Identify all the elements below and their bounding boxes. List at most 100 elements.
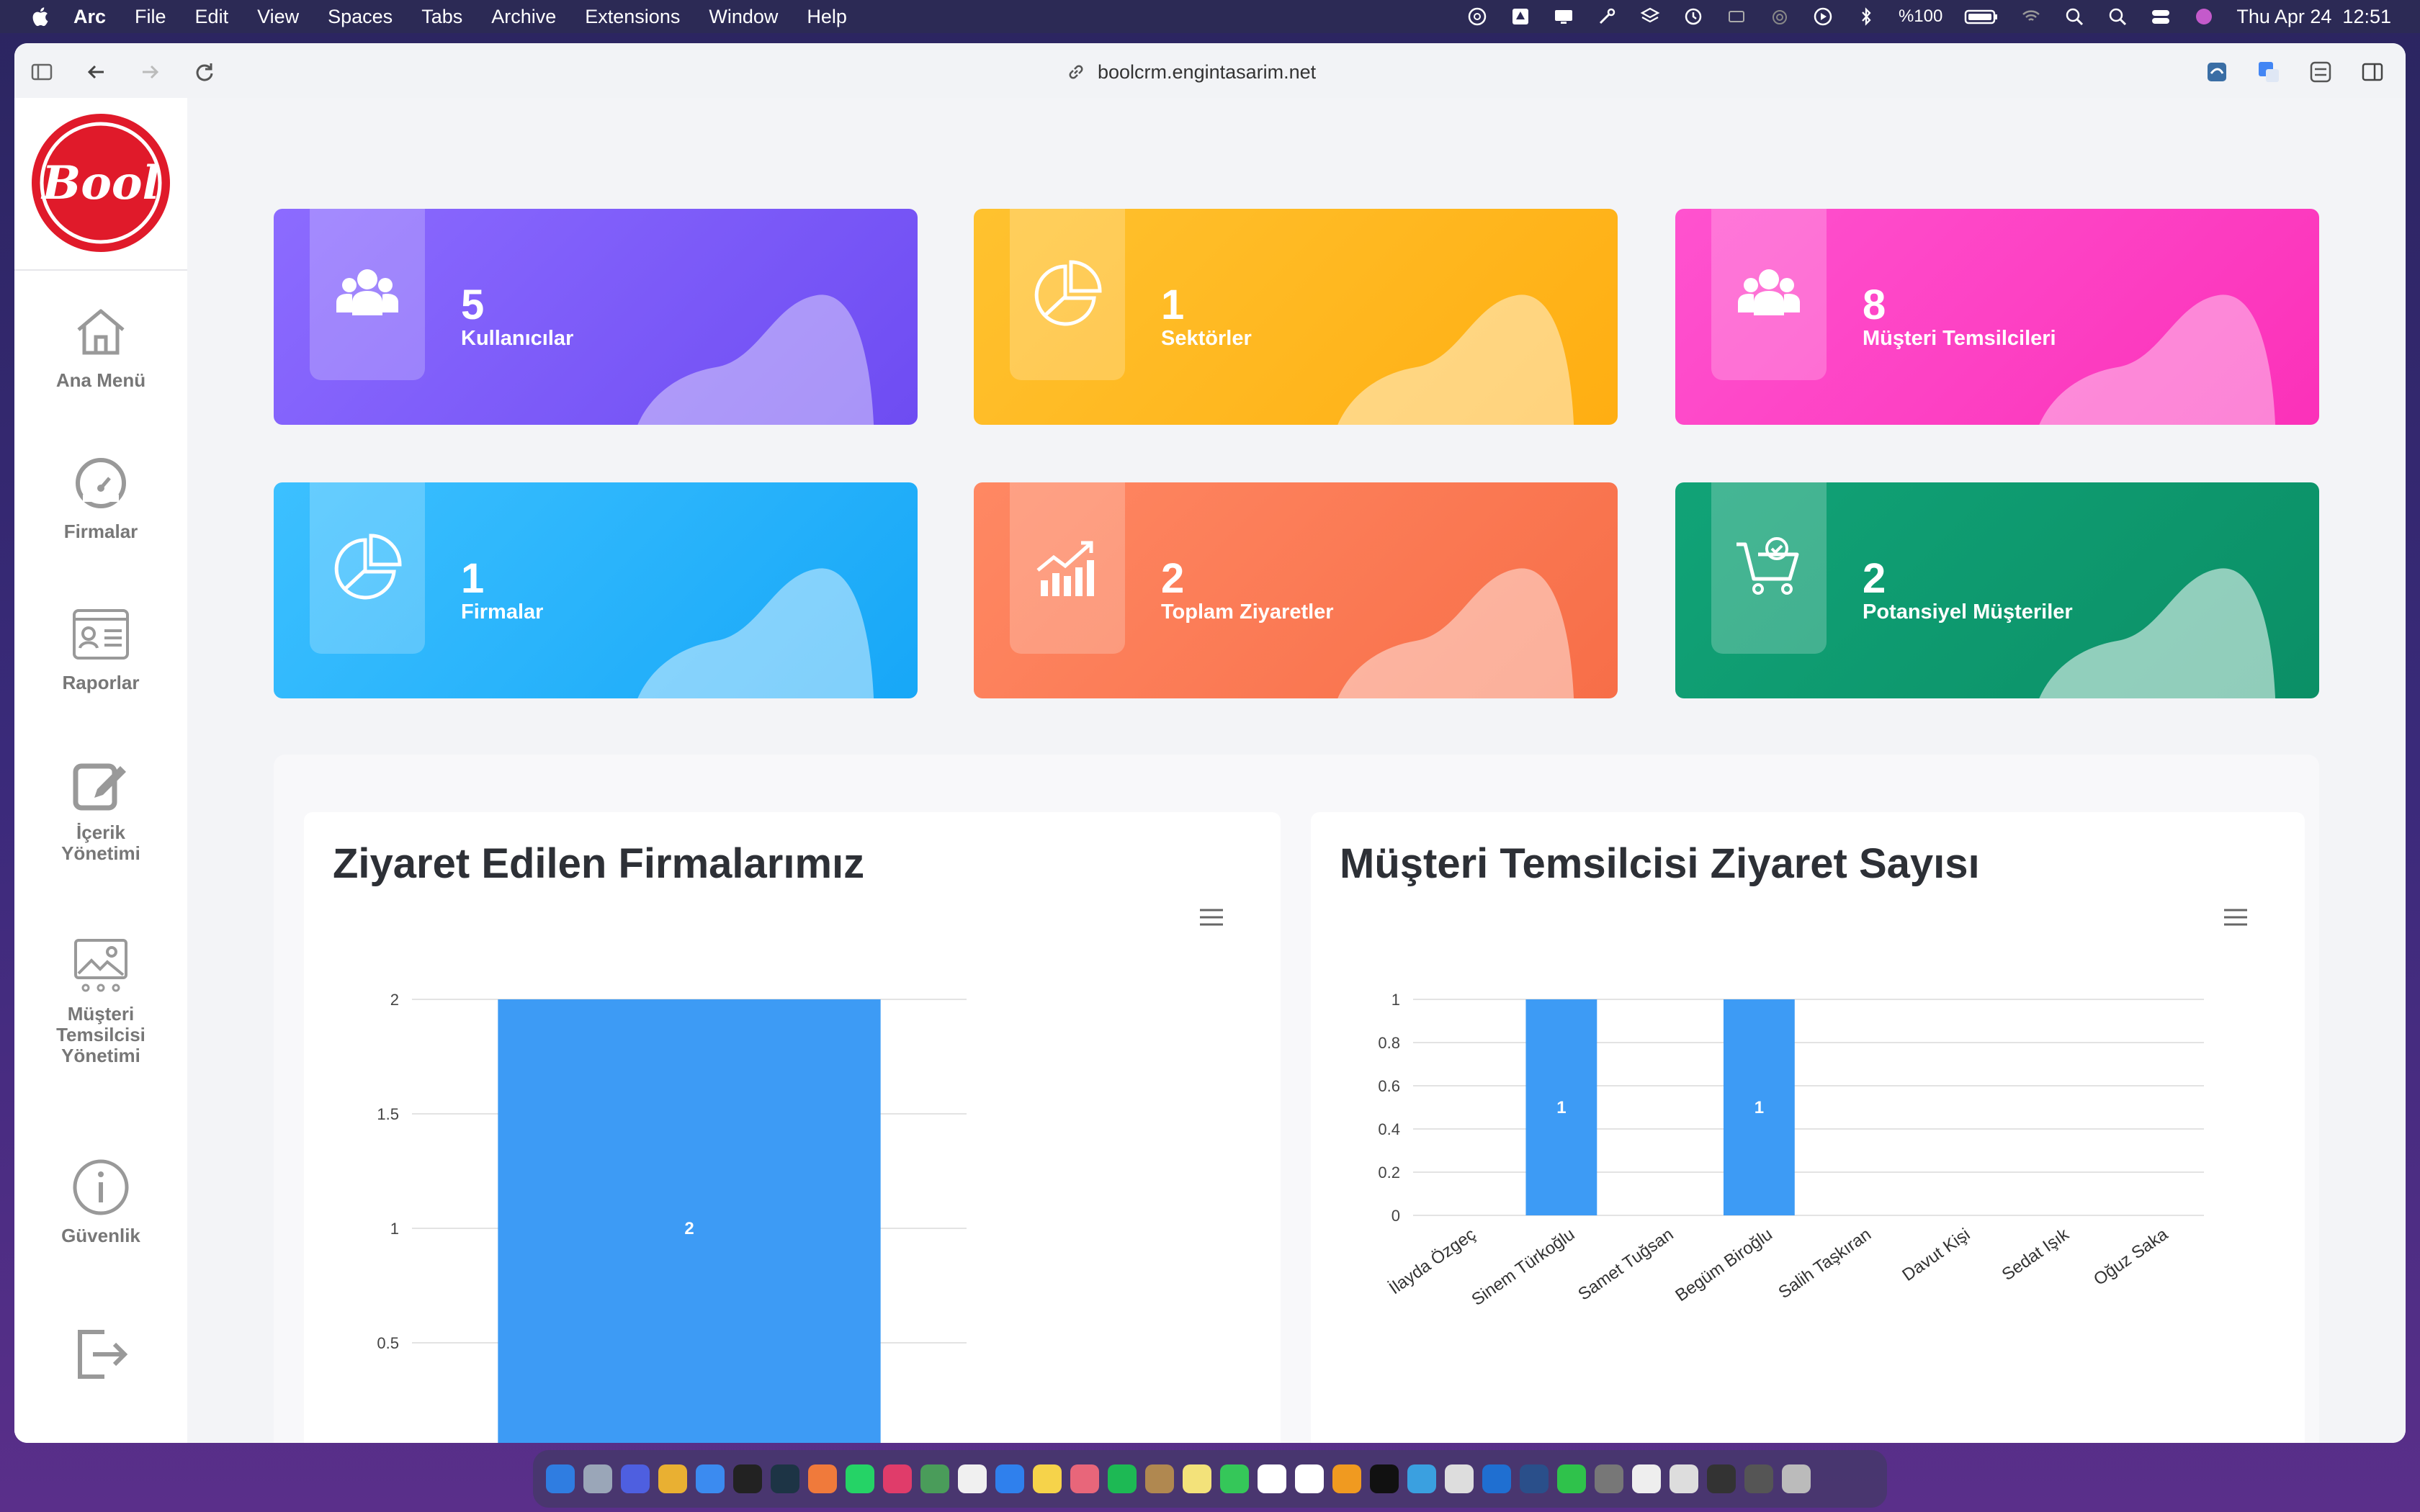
time-machine-icon[interactable]: [1682, 6, 1704, 27]
sidebar-item-logout[interactable]: [14, 1322, 187, 1392]
chatgpt-icon[interactable]: [733, 1464, 762, 1493]
y-tick-label: 0.2: [1378, 1164, 1400, 1182]
airdrop-icon[interactable]: [1769, 6, 1791, 27]
stat-value: 2: [1161, 555, 1185, 602]
maps-icon[interactable]: [995, 1464, 1024, 1493]
dia-icon[interactable]: [1295, 1464, 1324, 1493]
trash-icon[interactable]: [1782, 1464, 1811, 1493]
stat-card-sektorler[interactable]: 1 Sektörler: [974, 209, 1618, 425]
translate-icon[interactable]: [2256, 59, 2282, 85]
app-icon[interactable]: [808, 1464, 837, 1493]
app-icon[interactable]: [1707, 1464, 1736, 1493]
menu-file[interactable]: File: [135, 6, 166, 28]
drive-icon[interactable]: [1510, 6, 1531, 27]
app-sidebar: Bool Ana Menü Firmalar Raporlar İçerik Y…: [14, 98, 187, 1443]
mail-icon[interactable]: [696, 1464, 725, 1493]
app-icon[interactable]: [1744, 1464, 1773, 1493]
menu-tabs[interactable]: Tabs: [421, 6, 462, 28]
screen-mirror-icon[interactable]: [1726, 6, 1747, 27]
layers-icon[interactable]: [1639, 6, 1661, 27]
menu-spaces[interactable]: Spaces: [328, 6, 393, 28]
app-icon[interactable]: [1332, 1464, 1361, 1493]
display-icon[interactable]: [1553, 6, 1574, 27]
whatsapp-icon[interactable]: [846, 1464, 874, 1493]
stat-card-firmalar[interactable]: 1 Firmalar: [274, 482, 918, 698]
trello-icon[interactable]: [1482, 1464, 1511, 1493]
preview-icon[interactable]: [1632, 1464, 1661, 1493]
wifi-icon[interactable]: [2020, 6, 2042, 27]
battery-icon[interactable]: [1964, 6, 1999, 27]
back-icon[interactable]: [84, 59, 109, 85]
menu-edit[interactable]: Edit: [195, 6, 229, 28]
sidebar-item-firmalar[interactable]: Firmalar: [14, 451, 187, 542]
sidebar-item-raporlar[interactable]: Raporlar: [14, 602, 187, 693]
slack-icon[interactable]: [883, 1464, 912, 1493]
forward-icon[interactable]: [137, 59, 163, 85]
x-tick-label: Samet Tuğsan: [1574, 1225, 1677, 1305]
tools-icon[interactable]: [1596, 6, 1618, 27]
app-icon[interactable]: [1445, 1464, 1474, 1493]
sidebar-item-icerik-yonetimi[interactable]: İçerik Yönetimi: [14, 752, 187, 864]
menu-extensions[interactable]: Extensions: [585, 6, 680, 28]
app-icon[interactable]: [1145, 1464, 1174, 1493]
messages-icon[interactable]: [1220, 1464, 1249, 1493]
app-icon[interactable]: [920, 1464, 949, 1493]
app-icon[interactable]: [1407, 1464, 1436, 1493]
spotify-icon[interactable]: [1108, 1464, 1137, 1493]
url-text[interactable]: boolcrm.engintasarim.net: [1098, 61, 1316, 84]
stat-card-musteri-temsilcileri[interactable]: 8 Müşteri Temsilcileri: [1675, 209, 2319, 425]
apple-icon[interactable]: [30, 6, 49, 27]
bool-logo[interactable]: Bool: [29, 111, 173, 255]
menu-view[interactable]: View: [257, 6, 299, 28]
sidebar-toggle-icon[interactable]: [29, 59, 55, 85]
stat-value: 1: [461, 555, 485, 602]
menubar-clock[interactable]: Thu Apr 24 12:51: [2236, 6, 2391, 28]
stat-card-kullanicilar[interactable]: 5 Kullanıcılar: [274, 209, 918, 425]
gauge-icon: [76, 458, 126, 508]
control-center-icon[interactable]: [2150, 6, 2172, 27]
siri-icon[interactable]: [2193, 6, 2215, 27]
calendar-icon[interactable]: [1258, 1464, 1286, 1493]
decor-blob: [637, 568, 874, 698]
finder-icon[interactable]: [546, 1464, 575, 1493]
photos-icon[interactable]: [1070, 1464, 1099, 1493]
sidebar-item-label: İçerik Yönetimi: [61, 822, 140, 864]
settings-sliders-icon[interactable]: [2308, 59, 2334, 85]
notes-icon[interactable]: [1033, 1464, 1062, 1493]
menu-archive[interactable]: Archive: [491, 6, 556, 28]
pie-chart-icon: [1034, 260, 1102, 326]
play-icon[interactable]: [1812, 6, 1834, 27]
split-view-icon[interactable]: [2360, 59, 2385, 85]
sidebar-item-guvenlik[interactable]: Güvenlik: [14, 1155, 187, 1246]
app-icon[interactable]: [1520, 1464, 1549, 1493]
app-icon[interactable]: [621, 1464, 650, 1493]
documents-icon[interactable]: [1670, 1464, 1698, 1493]
bluetooth-icon[interactable]: [1855, 6, 1877, 27]
app-icon[interactable]: [771, 1464, 799, 1493]
launchpad-icon[interactable]: [583, 1464, 612, 1493]
x-tick-label: Salih Taşkıran: [1775, 1225, 1875, 1302]
reminders-icon[interactable]: [958, 1464, 987, 1493]
report-icon: [73, 609, 129, 660]
sidebar-item-musteri-temsilcisi-yonetimi[interactable]: Müşteri Temsilcisi Yönetimi: [14, 933, 187, 1066]
stickies-icon[interactable]: [1183, 1464, 1211, 1493]
search-icon[interactable]: [2063, 6, 2085, 27]
reload-icon[interactable]: [192, 59, 218, 85]
sidebar-item-label: Güvenlik: [61, 1225, 140, 1246]
menu-help[interactable]: Help: [807, 6, 847, 28]
stat-card-toplam-ziyaretler[interactable]: 2 Toplam Ziyaretler: [974, 482, 1618, 698]
menu-window[interactable]: Window: [709, 6, 778, 28]
y-tick-label: 0.4: [1378, 1120, 1400, 1138]
address-bar[interactable]: boolcrm.engintasarim.net: [1066, 58, 1316, 86]
openai-icon[interactable]: [1466, 6, 1488, 27]
sidebar-item-ana-menu[interactable]: Ana Menü: [14, 300, 187, 391]
spotlight-icon[interactable]: [2107, 6, 2128, 27]
settings-icon[interactable]: [1595, 1464, 1623, 1493]
stat-label: Sektörler: [1161, 327, 1252, 350]
app-icon[interactable]: [1370, 1464, 1399, 1493]
stat-card-potansiyel-musteriler[interactable]: 2 Potansiyel Müşteriler: [1675, 482, 2319, 698]
menu-app-name[interactable]: Arc: [73, 6, 106, 28]
chrome-icon[interactable]: [658, 1464, 687, 1493]
facetime-icon[interactable]: [1557, 1464, 1586, 1493]
extension-icon[interactable]: [2204, 59, 2230, 85]
